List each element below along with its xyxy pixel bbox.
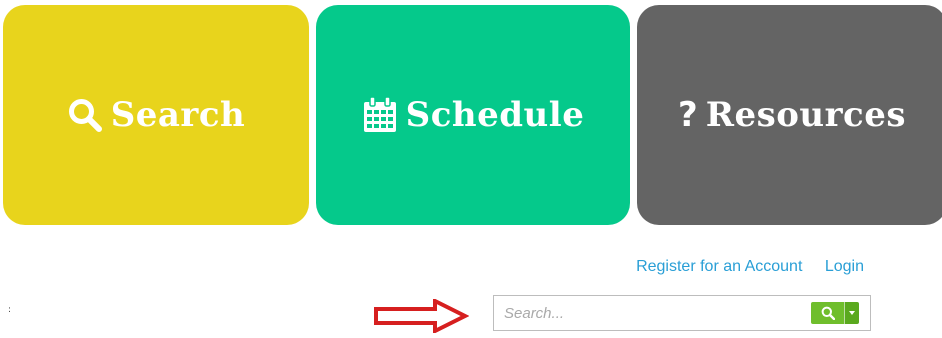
register-link[interactable]: Register for an Account — [636, 258, 802, 275]
question-icon: ? — [677, 95, 698, 135]
caret-down-icon — [849, 311, 855, 315]
search-button-main[interactable] — [811, 302, 844, 324]
search-icon — [67, 97, 103, 133]
tile-resources-label: Resources — [705, 95, 907, 135]
search-box — [493, 295, 871, 331]
tile-schedule[interactable]: Schedule — [316, 5, 630, 225]
tile-resources[interactable]: ? Resources — [637, 5, 942, 225]
edge-mark: : — [8, 305, 12, 315]
arrow-right-icon — [373, 297, 470, 338]
search-icon — [821, 306, 835, 320]
login-link[interactable]: Login — [825, 258, 864, 275]
search-options-dropdown[interactable] — [844, 302, 859, 324]
account-links: Register for an Account Login — [636, 258, 864, 276]
search-button[interactable] — [811, 302, 859, 324]
tile-search[interactable]: Search — [3, 5, 309, 225]
calendar-icon — [362, 96, 398, 134]
tile-schedule-label: Schedule — [405, 95, 585, 135]
tile-search-label: Search — [110, 95, 246, 135]
search-input[interactable] — [494, 296, 814, 330]
